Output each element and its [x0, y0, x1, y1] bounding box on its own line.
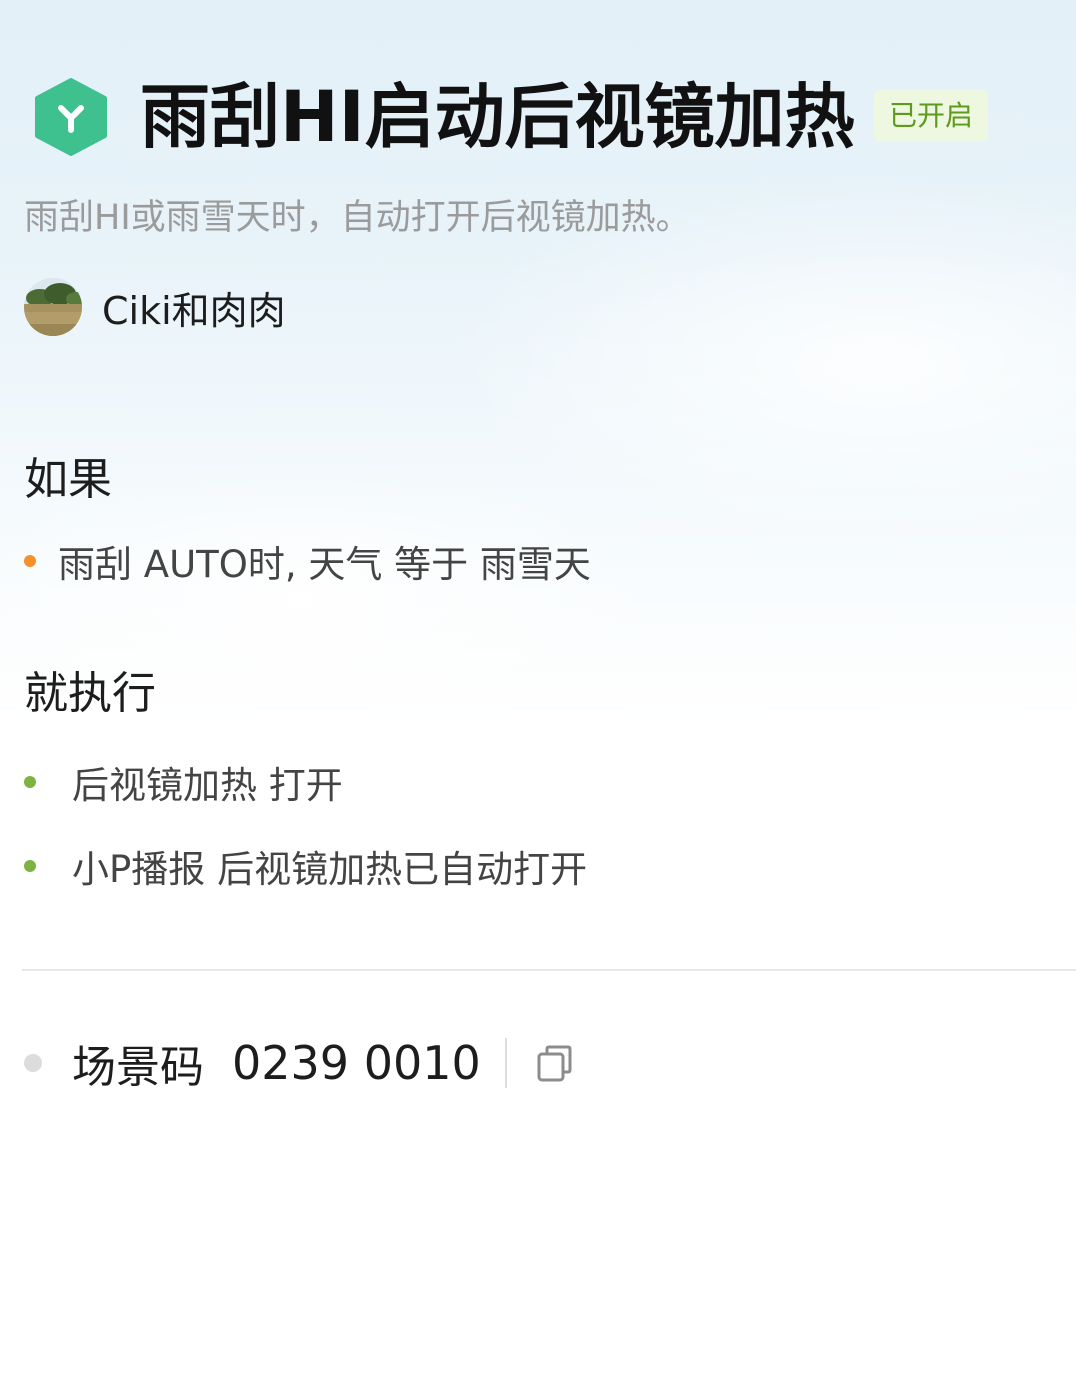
- condition-dot-icon: [24, 555, 36, 567]
- scene-detail-page: 雨刮HI启动后视镜加热 已开启 雨刮HI或雨雪天时，自动打开后视镜加热。 Cik…: [0, 0, 1076, 1391]
- status-badge: 已开启: [874, 90, 988, 142]
- page-title: 雨刮HI启动后视镜加热: [140, 76, 855, 158]
- action-item: 小P播报 后视镜加热已自动打开: [24, 841, 587, 891]
- condition-text: 雨刮 AUTO时, 天气 等于 雨雪天: [58, 543, 591, 586]
- condition-item: 雨刮 AUTO时, 天气 等于 雨雪天: [24, 536, 591, 586]
- avatar[interactable]: [24, 278, 82, 336]
- scene-description: 雨刮HI或雨雪天时，自动打开后视镜加热。: [24, 198, 691, 238]
- action-dot-icon: [24, 860, 36, 872]
- scene-code-value[interactable]: 0239 0010: [232, 1036, 481, 1090]
- then-section-title: 就执行: [24, 668, 156, 719]
- scene-code-dot-icon: [24, 1054, 42, 1072]
- action-item: 后视镜加热 打开: [24, 757, 343, 807]
- divider: [504, 1038, 507, 1088]
- divider: [22, 969, 1076, 971]
- action-text: 后视镜加热 打开: [72, 764, 343, 807]
- if-section-title: 如果: [24, 454, 112, 505]
- author-name: Ciki和肉肉: [102, 288, 286, 333]
- y-hexagon-icon: [34, 78, 108, 156]
- action-dot-icon: [24, 776, 36, 788]
- scene-code-label: 场景码: [72, 1042, 204, 1093]
- author-info[interactable]: Ciki和肉肉: [24, 278, 286, 336]
- scene-code-row: 场景码 0239 0010: [24, 1032, 575, 1094]
- copy-icon[interactable]: [535, 1043, 575, 1083]
- action-text: 小P播报 后视镜加热已自动打开: [72, 848, 588, 891]
